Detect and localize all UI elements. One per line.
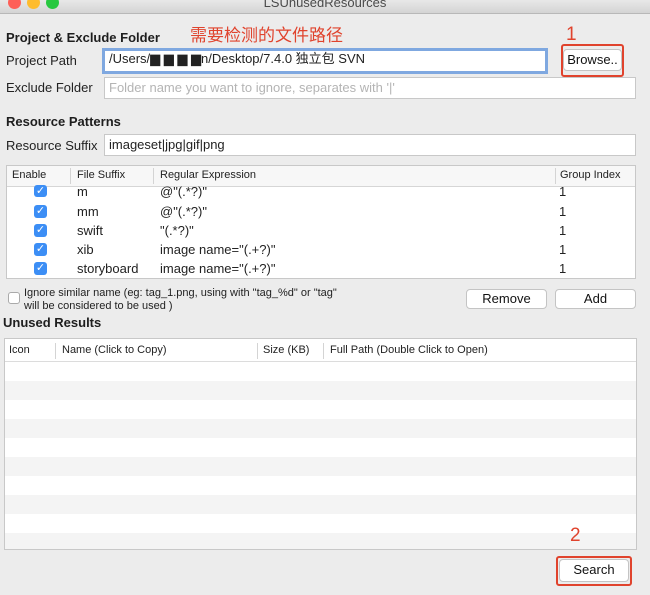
row-group-index: 1 xyxy=(559,261,567,276)
title-bar: LSUnusedResources xyxy=(0,0,650,14)
row-regex: @"(.*?)" xyxy=(160,204,207,219)
window-title: LSUnusedResources xyxy=(263,0,387,10)
pattern-row[interactable]: ✓ storyboard image name="(.+?)" 1 xyxy=(7,260,635,278)
enable-checkbox[interactable]: ✓ xyxy=(34,205,47,218)
search-button[interactable]: Search xyxy=(559,559,629,582)
annotation-marker-1: 1 xyxy=(566,24,577,45)
row-regex: image name="(.+?)" xyxy=(160,242,276,257)
resource-suffix-label: Resource Suffix xyxy=(6,138,98,153)
row-suffix: swift xyxy=(77,223,103,238)
column-icon[interactable]: Icon xyxy=(9,344,30,356)
pattern-row[interactable]: ✓ xib image name="(.+?)" 1 xyxy=(7,241,635,260)
patterns-section-title: Resource Patterns xyxy=(6,114,121,129)
add-button[interactable]: Add xyxy=(555,289,636,309)
annotation-marker-2: 2 xyxy=(570,525,581,546)
results-table-header: Icon Name (Click to Copy) Size (KB) Full… xyxy=(5,339,636,362)
enable-checkbox[interactable]: ✓ xyxy=(34,243,47,256)
ignore-similar-checkbox[interactable] xyxy=(8,292,20,304)
project-section-title: Project & Exclude Folder xyxy=(6,30,160,45)
column-file-suffix[interactable]: File Suffix xyxy=(77,169,125,181)
row-group-index: 1 xyxy=(559,184,567,199)
row-group-index: 1 xyxy=(559,204,567,219)
patterns-table: Enable File Suffix Regular Expression Gr… xyxy=(6,165,636,279)
pattern-row[interactable]: ✓ swift "(.*?)" 1 xyxy=(7,222,635,241)
ignore-similar-line-1: Ignore similar name (eg: tag_1.png, usin… xyxy=(24,287,337,299)
row-group-index: 1 xyxy=(559,223,567,238)
row-regex: image name="(.+?)" xyxy=(160,261,276,276)
column-enable[interactable]: Enable xyxy=(12,169,46,181)
browse-button[interactable]: Browse.. xyxy=(563,49,622,71)
exclude-folder-input[interactable]: Folder name you want to ignore, separate… xyxy=(104,77,636,99)
ignore-similar-line-2: will be considered to be used ) xyxy=(24,300,173,312)
exclude-folder-label: Exclude Folder xyxy=(6,80,93,95)
enable-checkbox[interactable]: ✓ xyxy=(34,224,47,237)
enable-checkbox[interactable]: ✓ xyxy=(34,185,47,197)
row-suffix: m xyxy=(77,184,88,199)
remove-button[interactable]: Remove xyxy=(466,289,547,309)
row-regex: @"(.*?)" xyxy=(160,184,207,199)
column-regular-expression[interactable]: Regular Expression xyxy=(160,169,256,181)
pattern-row[interactable]: ✓ mm @"(.*?)" 1 xyxy=(7,203,635,222)
enable-checkbox[interactable]: ✓ xyxy=(34,262,47,275)
row-group-index: 1 xyxy=(559,242,567,257)
results-section-title: Unused Results xyxy=(3,315,102,330)
patterns-table-header: Enable File Suffix Regular Expression Gr… xyxy=(7,166,635,187)
ignore-similar-label: Ignore similar name (eg: tag_1.png, usin… xyxy=(24,287,337,313)
column-name[interactable]: Name (Click to Copy) xyxy=(62,344,167,356)
row-regex: "(.*?)" xyxy=(160,223,194,238)
row-suffix: storyboard xyxy=(77,261,139,276)
resource-suffix-input[interactable]: imageset|jpg|gif|png xyxy=(104,134,636,156)
column-full-path[interactable]: Full Path (Double Click to Open) xyxy=(330,344,488,356)
column-size[interactable]: Size (KB) xyxy=(263,344,309,356)
project-path-label: Project Path xyxy=(6,53,77,68)
project-path-input[interactable]: /Users/▆ ▆ ▆ ▆n/Desktop/7.4.0 独立包 SVN xyxy=(102,48,548,74)
row-suffix: mm xyxy=(77,204,99,219)
path-annotation-note: 需要检测的文件路径 xyxy=(190,26,343,45)
results-table[interactable]: Icon Name (Click to Copy) Size (KB) Full… xyxy=(4,338,637,550)
row-suffix: xib xyxy=(77,242,94,257)
column-group-index[interactable]: Group Index xyxy=(560,169,621,181)
